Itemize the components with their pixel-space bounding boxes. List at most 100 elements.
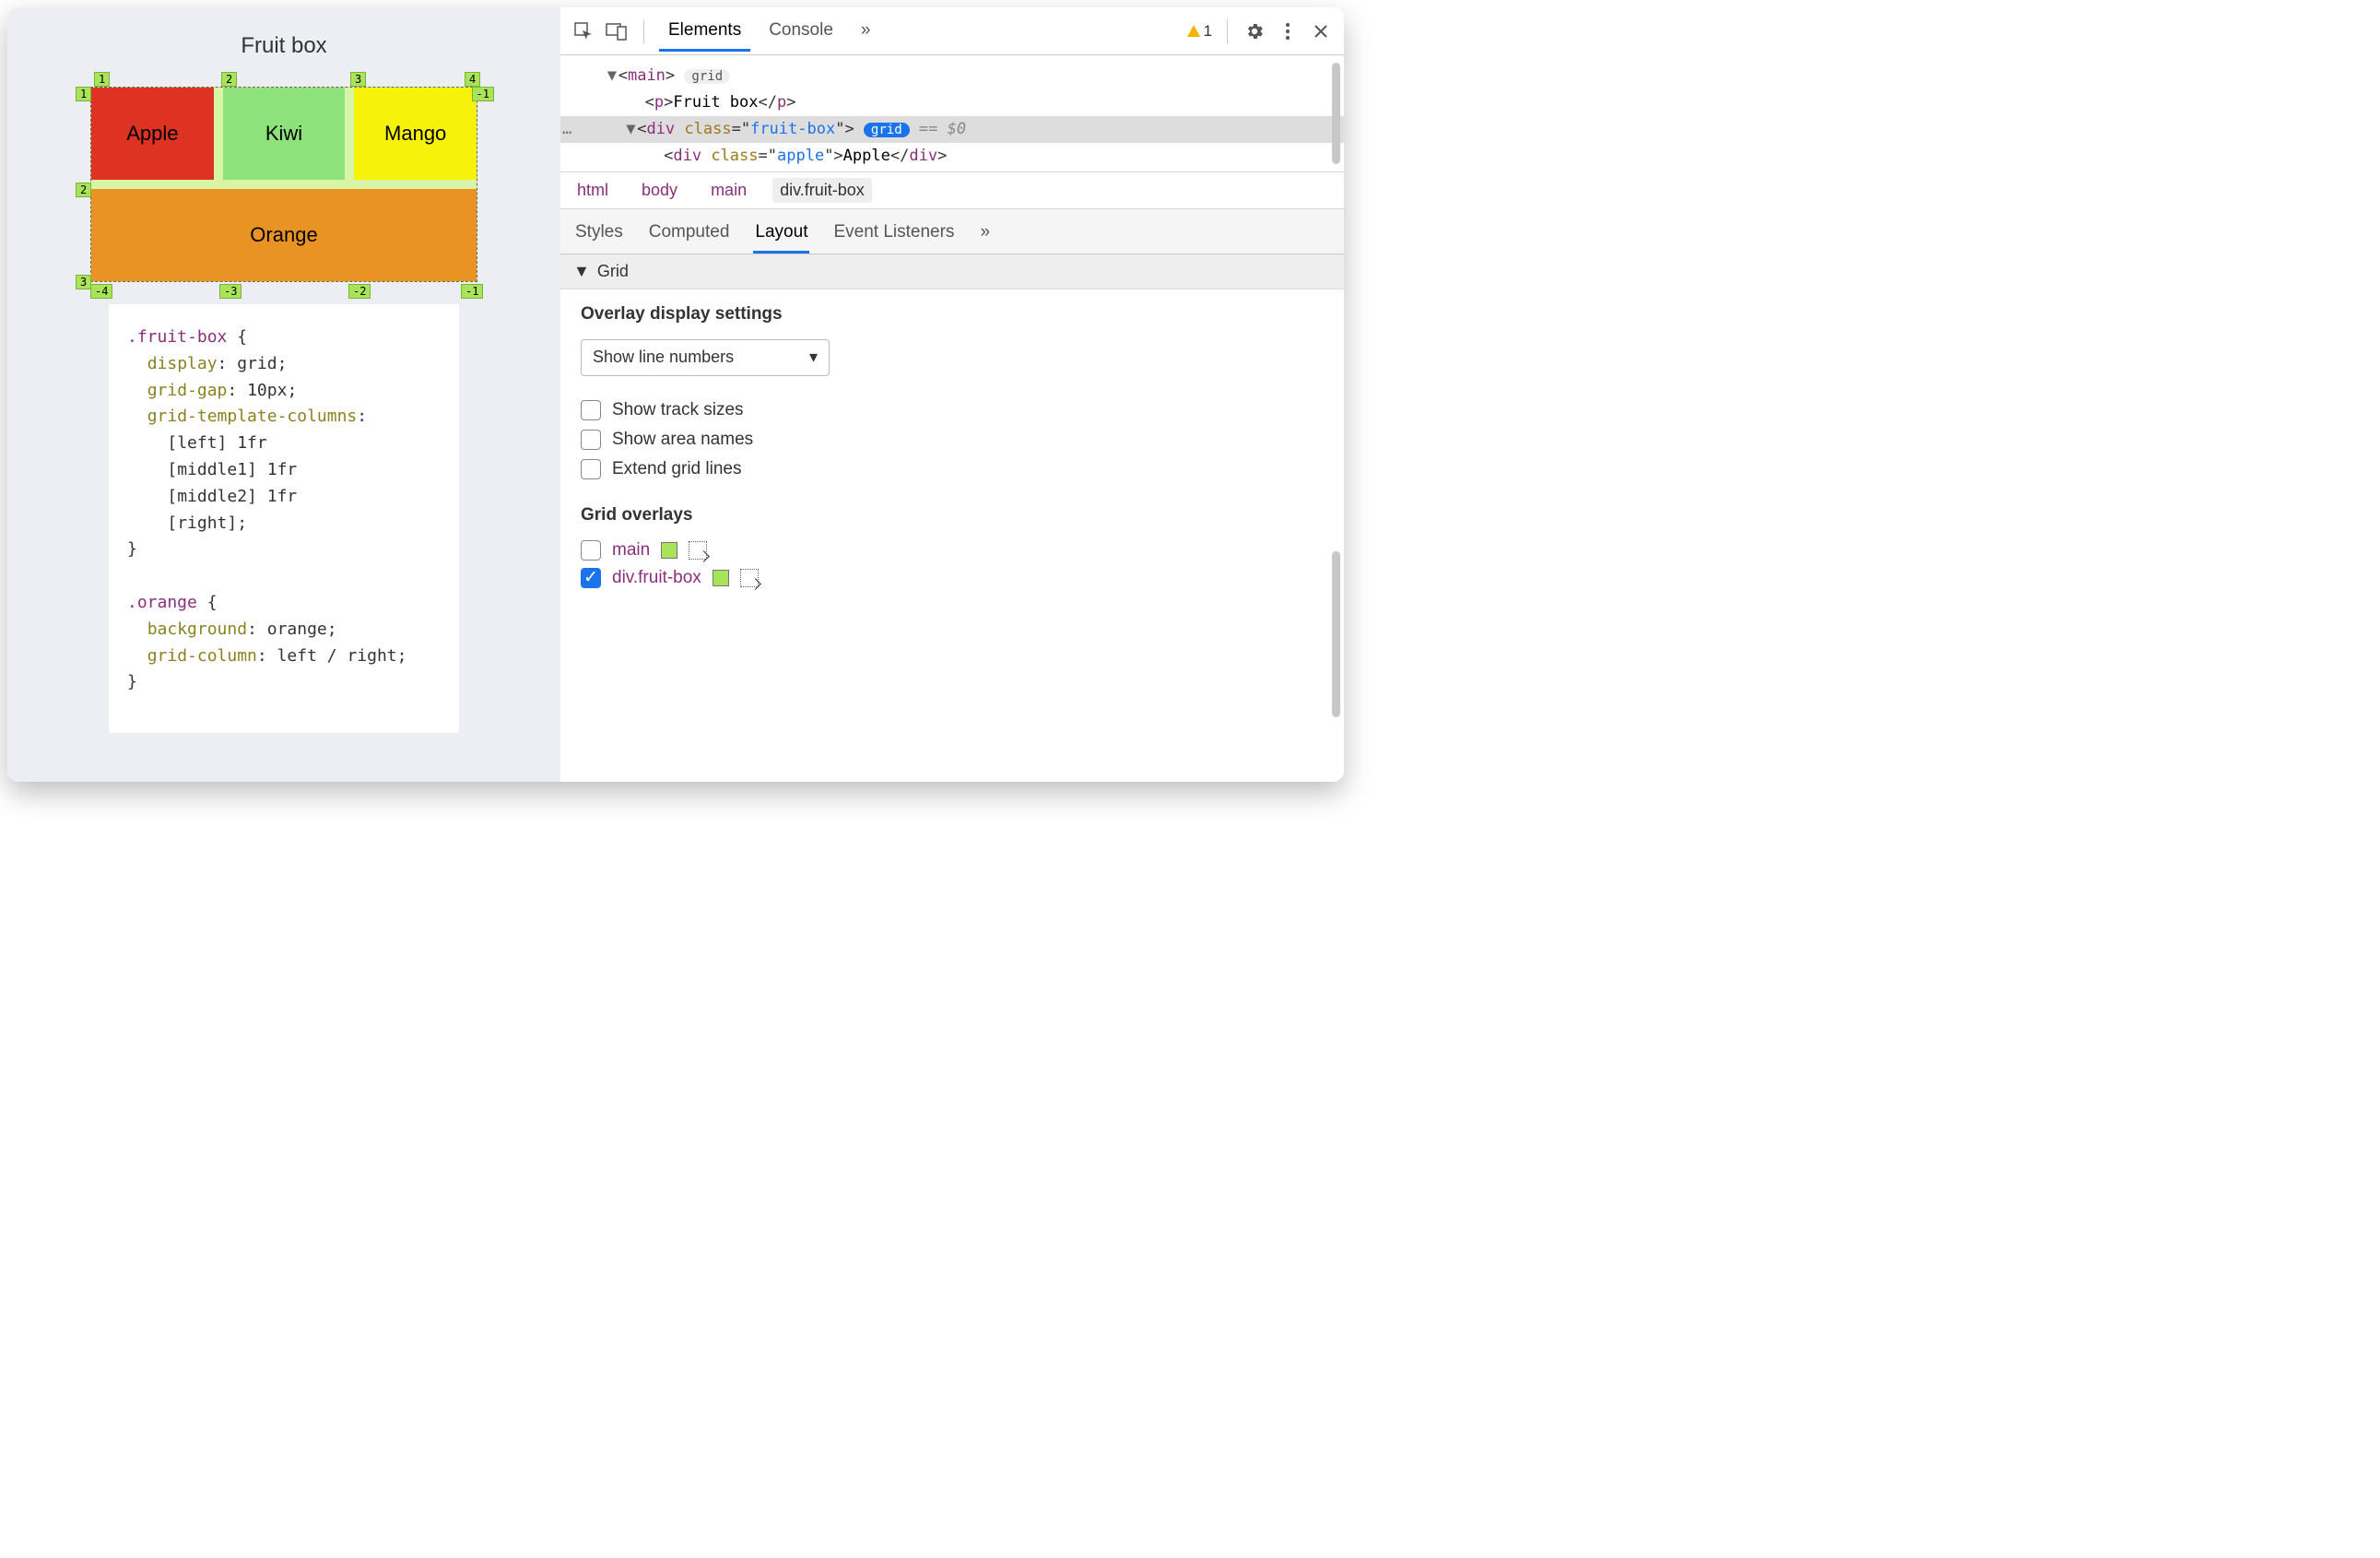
scrollbar-track[interactable]	[1332, 551, 1340, 773]
warnings-count: 1	[1204, 22, 1212, 41]
dom-tag: div	[673, 147, 701, 165]
breadcrumb-item[interactable]: main	[703, 178, 754, 203]
warnings-badge[interactable]: 1	[1187, 22, 1212, 41]
grid-line-label: 4	[465, 72, 480, 87]
dom-node-main[interactable]: ▼<main> grid	[579, 63, 1344, 89]
warning-icon	[1187, 25, 1200, 37]
toolbar-separator	[643, 19, 644, 43]
css-code-block: .fruit-box { display: grid; grid-gap: 10…	[109, 304, 459, 733]
grid-badge[interactable]: grid	[684, 69, 730, 84]
breadcrumb-item[interactable]: body	[634, 178, 685, 203]
dom-tag: div	[646, 120, 675, 138]
dom-selected-ref: == $0	[919, 120, 966, 138]
app-window: Fruit box Apple Kiwi Mango Orange 1 2 3 …	[7, 7, 1344, 782]
grid-cell-apple[interactable]: Apple	[91, 88, 214, 180]
select-value: Show line numbers	[593, 348, 734, 367]
dom-tag: p	[654, 93, 664, 112]
subtab-styles[interactable]: Styles	[573, 215, 625, 254]
dom-tag: main	[628, 66, 666, 85]
checkbox[interactable]: ✓	[581, 568, 601, 588]
disclosure-triangle-icon: ▼	[573, 262, 590, 281]
layout-section-header[interactable]: ▼ Grid	[560, 254, 1344, 289]
dom-attr: class	[711, 147, 758, 165]
grid-line-label: 2	[76, 183, 91, 197]
fruit-box-grid[interactable]: Apple Kiwi Mango Orange	[90, 87, 477, 282]
option-show-track-sizes[interactable]: Show track sizes	[581, 400, 1324, 420]
grid-line-label: -4	[90, 284, 112, 299]
css-property: grid-column	[147, 646, 257, 666]
grid-overlay-row: main	[581, 540, 1324, 561]
tab-more[interactable]: »	[852, 11, 880, 52]
dom-tag: div	[909, 147, 937, 165]
subtab-event-listeners[interactable]: Event Listeners	[831, 215, 956, 254]
chevron-down-icon: ▾	[809, 348, 818, 367]
subtab-more[interactable]: »	[978, 215, 992, 254]
css-value: orange	[267, 620, 327, 639]
checkbox[interactable]	[581, 430, 601, 450]
scrollbar-thumb[interactable]	[1332, 63, 1340, 164]
subtab-layout[interactable]: Layout	[753, 215, 809, 254]
dom-tree[interactable]: ▼<main> grid <p>Fruit box</p> ▼<div clas…	[560, 55, 1344, 171]
option-show-area-names[interactable]: Show area names	[581, 430, 1324, 450]
dom-attr: class	[684, 120, 731, 138]
css-value: [middle2] 1fr	[167, 487, 297, 506]
close-icon[interactable]	[1309, 19, 1333, 43]
color-swatch[interactable]	[661, 542, 677, 559]
settings-icon[interactable]	[1243, 19, 1267, 43]
grid-line-label: 3	[350, 72, 366, 87]
color-swatch[interactable]	[713, 570, 729, 586]
overlay-name[interactable]: div.fruit-box	[612, 568, 701, 588]
dom-node-fruit-box[interactable]: ▼<div class="fruit-box"> grid == $0	[560, 116, 1344, 143]
line-numbers-select[interactable]: Show line numbers ▾	[581, 339, 830, 376]
toolbar-separator	[1227, 19, 1228, 43]
dom-tag: p	[777, 93, 786, 112]
grid-line-label: -1	[461, 284, 483, 299]
grid-cell-kiwi[interactable]: Kiwi	[223, 88, 346, 180]
css-value: left / right	[277, 646, 397, 666]
grid-line-label: -2	[348, 284, 371, 299]
highlight-element-icon[interactable]	[740, 569, 759, 587]
highlight-element-icon[interactable]	[689, 541, 707, 560]
css-value: [right]	[167, 513, 237, 533]
inspect-element-icon[interactable]	[571, 19, 595, 43]
scrollbar-track[interactable]	[1332, 63, 1340, 542]
devtools-panel: Elements Console » 1 ▼<main> grid <p>Fru…	[560, 7, 1344, 782]
css-value: grid	[237, 354, 277, 373]
checkbox[interactable]	[581, 459, 601, 479]
tab-elements[interactable]: Elements	[659, 11, 750, 52]
grid-overlay-row: ✓ div.fruit-box	[581, 568, 1324, 588]
css-property: grid-gap	[147, 381, 228, 400]
kebab-menu-icon[interactable]	[1276, 19, 1300, 43]
section-title: Grid	[597, 262, 629, 281]
css-property: display	[147, 354, 218, 373]
breadcrumb: html body main div.fruit-box	[560, 171, 1344, 209]
page-title: Fruit box	[241, 33, 326, 59]
option-extend-grid-lines[interactable]: Extend grid lines	[581, 459, 1324, 479]
css-property: background	[147, 620, 247, 639]
grid-line-label: 2	[221, 72, 237, 87]
css-selector: .orange	[127, 593, 197, 612]
grid-line-label: 3	[76, 275, 91, 289]
dom-node-apple[interactable]: <div class="apple">Apple</div>	[579, 143, 1344, 170]
device-toolbar-icon[interactable]	[605, 19, 629, 43]
grid-cell-mango[interactable]: Mango	[354, 88, 477, 180]
overlay-settings-heading: Overlay display settings	[581, 304, 1324, 325]
checkbox[interactable]	[581, 400, 601, 420]
grid-badge[interactable]: grid	[864, 123, 910, 137]
option-label: Extend grid lines	[612, 459, 741, 479]
dom-text: Apple	[843, 147, 890, 165]
scrollbar-thumb[interactable]	[1332, 551, 1340, 717]
grid-cell-orange[interactable]: Orange	[91, 189, 477, 281]
css-value: [left] 1fr	[167, 433, 266, 453]
overlay-name[interactable]: main	[612, 540, 650, 561]
subtab-computed[interactable]: Computed	[647, 215, 732, 254]
checkbox[interactable]	[581, 540, 601, 561]
devtools-toolbar: Elements Console » 1	[560, 7, 1344, 55]
css-value: [middle1] 1fr	[167, 460, 297, 479]
breadcrumb-item[interactable]: div.fruit-box	[772, 178, 872, 203]
dom-node-p[interactable]: <p>Fruit box</p>	[579, 89, 1344, 116]
tab-console[interactable]: Console	[760, 11, 842, 52]
breadcrumb-item[interactable]: html	[570, 178, 616, 203]
rendered-page-pane: Fruit box Apple Kiwi Mango Orange 1 2 3 …	[7, 7, 560, 782]
grid-overlays-heading: Grid overlays	[581, 505, 1324, 525]
